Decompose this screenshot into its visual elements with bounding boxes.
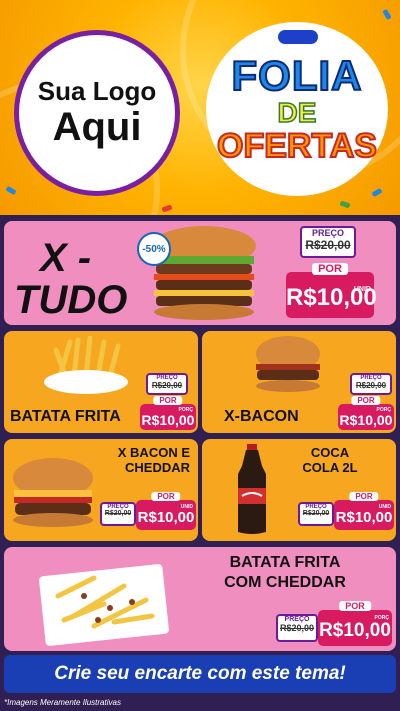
new-price-value: R$10,00	[335, 509, 393, 526]
new-price-value: R$10,00	[339, 412, 393, 428]
price-unit: UNID	[353, 286, 371, 293]
product-name: TUDO	[14, 278, 128, 322]
product-name: COM CHEDDAR	[224, 574, 346, 591]
price-unit: PORÇ	[374, 615, 389, 621]
old-price-box: PREÇO R$20,00	[276, 614, 318, 642]
price-unit: UNID	[180, 504, 193, 510]
carnival-mask-icon	[278, 30, 318, 44]
new-price-label: POR	[153, 396, 183, 405]
new-price-box: POR R$10,00 PORÇ	[140, 396, 196, 430]
old-price-value: R$20,00	[355, 381, 387, 390]
new-price-box: POR R$10,00 UNID	[334, 492, 394, 530]
fries-icon	[39, 564, 169, 646]
old-price-value: R$20,00	[104, 510, 132, 517]
new-price-label: POR	[339, 601, 371, 611]
burger-icon	[256, 336, 320, 392]
logo-placeholder: Sua Logo Aqui	[14, 30, 180, 196]
logo-text-line2: Aqui	[52, 105, 142, 150]
new-price-box: POR R$10,00 PORÇ	[338, 396, 394, 430]
discount-badge: -50%	[137, 232, 171, 266]
new-price-value: R$10,00	[137, 509, 195, 526]
product-name: BATATA FRITA	[229, 554, 341, 571]
new-price-box: POR R$10,00 UNID	[286, 263, 377, 318]
theme-title-line1: FOLIA	[231, 52, 363, 99]
confetti-icon	[371, 187, 383, 198]
price-unit: PORÇ	[178, 407, 193, 413]
product-name: X-BACON	[224, 408, 299, 425]
new-price-box: POR R$10,00 PORÇ	[318, 601, 392, 646]
confetti-icon	[161, 204, 173, 213]
product-name: BATATA FRITA	[10, 408, 121, 425]
old-price-label: PREÇO	[284, 616, 310, 623]
theme-badge: FOLIA DE OFERTAS	[206, 22, 388, 196]
old-price-box: PREÇO R$20,00	[350, 373, 392, 395]
new-price-value: R$10,00	[319, 620, 391, 641]
old-price-value: R$20,00	[279, 623, 315, 633]
burger-icon	[13, 458, 93, 527]
new-price-label: POR	[312, 263, 348, 275]
product-name: COCA	[310, 445, 350, 460]
cta-text: Crie seu encarte com este tema!	[54, 663, 346, 684]
old-price-value: R$20,00	[305, 238, 351, 252]
logo-text-line1: Sua Logo	[37, 75, 157, 106]
product-name: CHEDDAR	[125, 460, 190, 475]
cta-banner[interactable]: Crie seu encarte com este tema!	[4, 655, 396, 693]
product-name: X BACON E	[117, 445, 190, 460]
new-price-value: R$10,00	[141, 412, 195, 428]
old-price-box: PREÇO R$20,00	[298, 502, 334, 526]
theme-title-line2: DE	[277, 97, 317, 128]
product-name: COLA 2L	[302, 460, 358, 475]
fries-icon	[44, 336, 128, 394]
old-price-box: PREÇO R$20,00	[146, 373, 188, 395]
old-price-value: R$20,00	[302, 510, 330, 517]
new-price-box: POR R$10,00 UNID	[136, 492, 196, 530]
old-price-box: PREÇO R$20,00	[300, 226, 356, 258]
disclaimer-text: *Imagens Meramente Ilustrativas	[4, 698, 121, 707]
theme-title-line3: OFERTAS	[216, 127, 378, 165]
new-price-label: POR	[151, 492, 181, 501]
header-banner: Sua Logo Aqui FOLIA DE OFERTAS	[0, 0, 400, 215]
new-price-label: POR	[349, 492, 379, 501]
old-price-box: PREÇO R$20,00	[100, 502, 136, 526]
price-unit: UNID	[378, 504, 391, 510]
confetti-icon	[339, 200, 351, 209]
old-price-value: R$20,00	[151, 381, 183, 390]
old-price-label: PREÇO	[311, 228, 344, 238]
soda-bottle-icon	[238, 444, 266, 534]
new-price-label: POR	[351, 396, 381, 405]
product-name: X -	[40, 236, 92, 280]
price-unit: PORÇ	[376, 407, 391, 413]
